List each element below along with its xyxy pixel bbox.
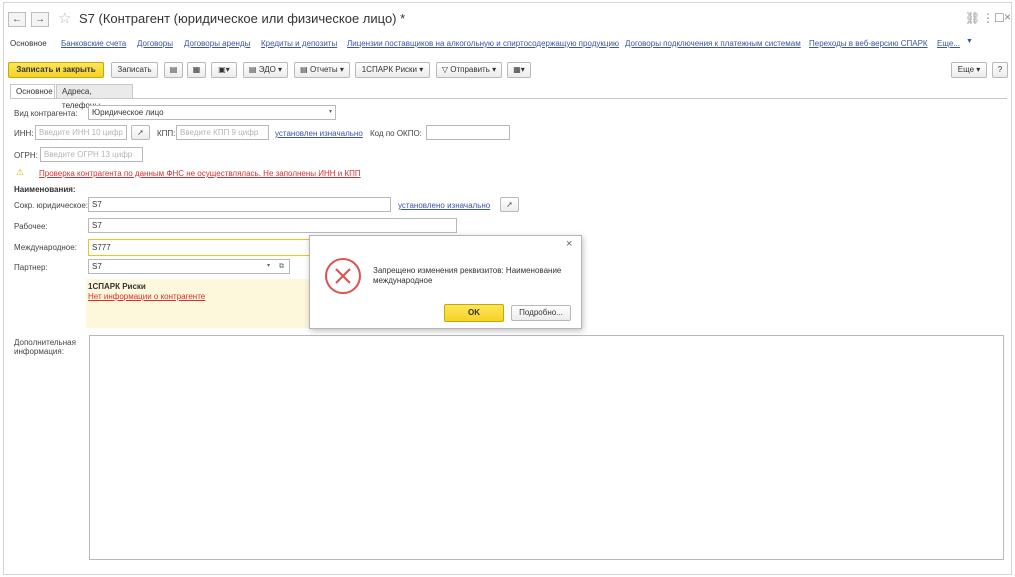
ogrn-field[interactable]: Введите ОГРН 13 цифр: [40, 147, 143, 162]
filter-icon: ▽: [441, 65, 451, 74]
inn-field[interactable]: Введите ИНН 10 цифр: [35, 125, 127, 140]
error-dialog: × Запрещено изменения реквизитов: Наимен…: [309, 235, 582, 329]
partner-label: Партнер:: [14, 263, 48, 272]
addinfo-label-line2: информация:: [14, 347, 64, 356]
nav-link-licenses[interactable]: Лицензии поставщиков на алкогольную и сп…: [347, 39, 619, 48]
favorite-star-icon[interactable]: ☆: [58, 9, 71, 27]
nav-link-lease-contracts[interactable]: Договоры аренды: [184, 39, 250, 48]
nav-link-credits[interactable]: Кредиты и депозиты: [261, 39, 337, 48]
fill-icon[interactable]: ➚: [131, 125, 150, 140]
spark-no-info-link[interactable]: Нет информации о контрагенте: [88, 292, 205, 301]
kpp-set-initially-link[interactable]: установлен изначально: [275, 129, 363, 138]
save-button[interactable]: Записать: [111, 62, 158, 78]
addinfo-textarea[interactable]: [89, 335, 1004, 560]
document-icon[interactable]: ▦: [187, 62, 206, 78]
details-button[interactable]: Подробно...: [511, 305, 571, 321]
tab-divider: [10, 98, 1007, 99]
nav-link-more[interactable]: Еще...: [937, 39, 960, 48]
open-partner-icon[interactable]: ⧉: [279, 260, 284, 273]
kind-select[interactable]: Юридическое лицо ▾: [88, 105, 336, 120]
more-button[interactable]: Еще ▾: [951, 62, 987, 78]
fns-warning-link[interactable]: Проверка контрагента по данным ФНС не ос…: [39, 169, 361, 178]
partner-dropdown-icon[interactable]: ▾: [267, 260, 270, 273]
kind-value: Юридическое лицо: [92, 108, 164, 117]
forward-button[interactable]: →: [31, 12, 49, 27]
reports-icon: ▤: [300, 65, 310, 74]
partner-value: S7: [92, 262, 102, 271]
addinfo-label-line1: Дополнительная: [14, 338, 76, 347]
send-button[interactable]: ▽ Отправить ▾: [436, 62, 502, 78]
working-name-label: Рабочее:: [14, 222, 48, 231]
spark-risks-button[interactable]: 1СПАРК Риски ▾: [355, 62, 430, 78]
chevron-down-icon[interactable]: ▼: [966, 38, 973, 45]
tab-addresses[interactable]: Адреса, телефоны: [56, 84, 133, 110]
error-icon: [325, 258, 361, 294]
spark-risks-label: 1СПАРК Риски: [361, 65, 418, 74]
nav-link-bank-accounts[interactable]: Банковские счета: [61, 39, 126, 48]
window-title: S7 (Контрагент (юридическое или физическ…: [79, 11, 406, 26]
reports-label: Отчеты: [309, 65, 338, 74]
short-name-label: Сокр. юридическое:: [14, 201, 89, 210]
send-label: Отправить: [450, 65, 490, 74]
nav-link-main[interactable]: Основное: [10, 39, 47, 48]
edo-button[interactable]: ▤ ЭДО ▾: [243, 62, 288, 78]
nav-link-spark-web[interactable]: Переходы в веб-версию СПАРК: [809, 39, 928, 48]
more-menu-icon[interactable]: ⋮: [982, 11, 994, 25]
kpp-label: КПП:: [157, 129, 176, 138]
intl-name-label: Международное:: [14, 243, 77, 252]
ok-button[interactable]: OK: [444, 304, 504, 322]
nav-link-contracts[interactable]: Договоры: [137, 39, 173, 48]
partner-field[interactable]: S7 ▾ ⧉: [88, 259, 290, 274]
nav-link-payment-contracts[interactable]: Договоры подключения к платежным система…: [625, 39, 801, 48]
short-name-field[interactable]: S7: [88, 197, 391, 212]
save-close-button[interactable]: Записать и закрыть: [8, 62, 104, 78]
kpp-field[interactable]: Введите КПП 9 цифр: [176, 125, 269, 140]
back-button[interactable]: ←: [8, 12, 26, 27]
tab-main[interactable]: Основное: [10, 84, 55, 99]
intl-name-field[interactable]: S777: [88, 239, 310, 256]
help-button[interactable]: ?: [992, 62, 1008, 78]
fill-name-icon[interactable]: ➚: [500, 197, 519, 212]
dialog-close-icon[interactable]: ×: [566, 238, 572, 250]
names-header: Наименования:: [14, 185, 76, 194]
okpo-label: Код по ОКПО:: [370, 129, 422, 138]
edo-label: ЭДО: [258, 65, 276, 74]
short-name-set-initially-link[interactable]: установлено изначально: [398, 201, 490, 210]
dropdown-arrow-icon: ▾: [328, 109, 332, 115]
spark-panel-title: 1СПАРК Риски: [88, 282, 146, 291]
print-icon[interactable]: ▦▾: [507, 62, 531, 78]
warning-icon: ⚠: [16, 167, 25, 177]
inn-label: ИНН:: [14, 129, 34, 138]
kind-label: Вид контрагента:: [14, 109, 78, 118]
create-based-icon[interactable]: ▣▾: [211, 62, 237, 78]
dialog-message: Запрещено изменения реквизитов: Наименов…: [373, 266, 562, 285]
list-icon[interactable]: ▤: [164, 62, 183, 78]
working-name-field[interactable]: S7: [88, 218, 457, 233]
okpo-field[interactable]: [426, 125, 510, 140]
more-label: Еще: [957, 65, 975, 74]
ogrn-label: ОГРН:: [14, 151, 38, 160]
close-icon[interactable]: ×: [1004, 10, 1011, 24]
reports-button[interactable]: ▤ Отчеты ▾: [294, 62, 350, 78]
edo-icon: ▤: [248, 65, 259, 74]
link-icon[interactable]: ⛓: [965, 11, 980, 25]
